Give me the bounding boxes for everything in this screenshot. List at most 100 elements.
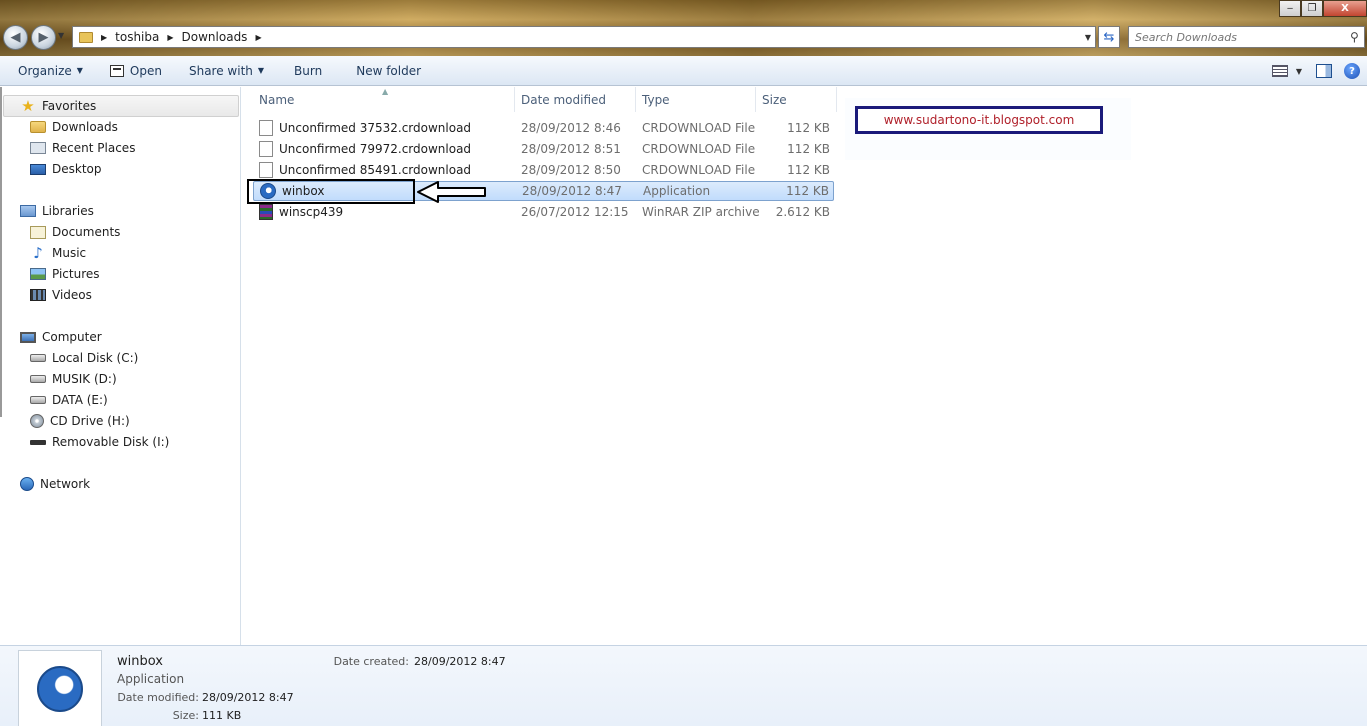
local-disk-icon — [30, 354, 46, 362]
file-date: 26/07/2012 12:15 — [521, 205, 629, 219]
nav-videos[interactable]: Videos — [30, 286, 92, 304]
details-date-modified: 28/09/2012 8:47 — [202, 691, 294, 704]
nav-label: Videos — [52, 288, 92, 302]
organize-label: Organize — [18, 63, 72, 78]
nav-favorites[interactable]: ★ Favorites — [20, 97, 96, 115]
new-folder-button[interactable]: New folder — [347, 59, 430, 83]
nav-label: Downloads — [52, 120, 118, 134]
nav-label: CD Drive (H:) — [50, 414, 130, 428]
recent-pages-dropdown[interactable]: ▼ — [58, 31, 64, 40]
highlight-box-annotation — [247, 179, 415, 204]
share-with-button[interactable]: Share with ▼ — [180, 59, 273, 83]
search-box[interactable]: ⚲ — [1128, 26, 1365, 48]
music-note-icon: ♪ — [33, 244, 43, 262]
view-dropdown-icon[interactable]: ▼ — [1296, 67, 1302, 76]
column-header-type[interactable]: Type — [636, 87, 756, 112]
nav-downloads[interactable]: Downloads — [30, 118, 118, 136]
nav-cd-drive-h[interactable]: CD Drive (H:) — [30, 412, 130, 430]
breadcrumb-downloads[interactable]: Downloads — [182, 30, 248, 44]
nav-removable-disk-i[interactable]: Removable Disk (I:) — [30, 433, 169, 451]
share-with-label: Share with — [188, 63, 253, 78]
file-name: Unconfirmed 37532.crdownload — [279, 121, 472, 135]
breadcrumb-toshiba[interactable]: toshiba — [115, 30, 159, 44]
file-type: CRDOWNLOAD File — [642, 121, 756, 135]
file-size: 2.612 KB — [775, 205, 830, 219]
nav-musik-d[interactable]: MUSIK (D:) — [30, 370, 117, 388]
file-size: 112 KB — [787, 121, 830, 135]
file-name: Unconfirmed 79972.crdownload — [279, 142, 472, 156]
preview-pane-icon[interactable] — [1316, 64, 1332, 78]
winbox-app-icon — [37, 666, 83, 712]
nav-label: Recent Places — [52, 141, 136, 155]
breadcrumb-separator-icon[interactable]: ▶ — [167, 33, 173, 42]
nav-label: Computer — [42, 330, 102, 344]
nav-documents[interactable]: Documents — [30, 223, 120, 241]
open-label: Open — [129, 63, 162, 78]
file-type: Application — [643, 184, 711, 198]
file-name: winscp439 — [279, 205, 344, 219]
file-row[interactable]: Unconfirmed 37532.crdownload 28/09/2012 … — [253, 118, 834, 138]
column-header-date-modified[interactable]: Date modified — [515, 87, 636, 112]
nav-recent-places[interactable]: Recent Places — [30, 139, 135, 157]
details-size-label: Size: — [172, 709, 199, 722]
nav-scrollbar[interactable] — [0, 87, 5, 417]
address-bar[interactable]: ▶ toshiba ▶ Downloads ▶ ▼ — [72, 26, 1096, 48]
file-row[interactable]: Unconfirmed 85491.crdownload 28/09/2012 … — [253, 160, 834, 180]
address-history-dropdown[interactable]: ▼ — [1085, 33, 1091, 42]
nav-music[interactable]: ♪ Music — [30, 244, 86, 262]
nav-pictures[interactable]: Pictures — [30, 265, 100, 283]
drive-icon — [30, 375, 46, 383]
back-button[interactable]: ◀ — [3, 25, 28, 50]
minimize-button[interactable]: ‒ — [1279, 0, 1301, 17]
nav-computer[interactable]: Computer — [20, 328, 102, 346]
nav-local-disk-c[interactable]: Local Disk (C:) — [30, 349, 138, 367]
back-arrow-icon: ◀ — [10, 30, 21, 45]
file-date: 28/09/2012 8:47 — [522, 184, 622, 198]
file-date: 28/09/2012 8:50 — [521, 163, 621, 177]
cd-drive-icon — [30, 414, 44, 428]
organize-button[interactable]: Organize ▼ — [9, 59, 92, 83]
removable-disk-icon — [30, 439, 46, 445]
open-button[interactable]: Open — [101, 59, 171, 83]
details-file-name: winbox — [117, 654, 163, 669]
breadcrumb-separator-icon[interactable]: ▶ — [255, 33, 261, 42]
network-icon — [20, 477, 34, 491]
help-icon[interactable]: ? — [1344, 63, 1360, 79]
column-label: Date modified — [521, 92, 607, 107]
chevron-down-icon: ▼ — [76, 66, 83, 75]
nav-libraries[interactable]: Libraries — [20, 202, 94, 220]
column-header-size[interactable]: Size — [756, 87, 837, 112]
libraries-icon — [20, 205, 36, 217]
documents-icon — [30, 225, 46, 239]
recent-places-icon — [30, 142, 46, 154]
navigation-pane: ★ Favorites Downloads Recent Places Desk… — [0, 87, 241, 645]
file-row[interactable]: winscp439 26/07/2012 12:15 WinRAR ZIP ar… — [253, 202, 834, 222]
file-row[interactable]: Unconfirmed 79972.crdownload 28/09/2012 … — [253, 139, 834, 159]
maximize-button[interactable]: ❐ — [1301, 0, 1323, 17]
refresh-button[interactable]: ⇆ — [1098, 26, 1120, 48]
file-size: 112 KB — [786, 184, 829, 198]
details-date-created: 28/09/2012 8:47 — [414, 655, 506, 668]
column-label: Size — [762, 92, 787, 107]
details-size: 111 KB — [202, 709, 242, 722]
details-file-type: Application — [117, 672, 185, 686]
forward-button[interactable]: ▶ — [31, 25, 56, 50]
file-type: CRDOWNLOAD File — [642, 163, 756, 177]
nav-data-e[interactable]: DATA (E:) — [30, 391, 108, 409]
column-label: Name — [259, 92, 295, 107]
nav-label: Favorites — [42, 99, 97, 113]
breadcrumb-separator-icon[interactable]: ▶ — [101, 33, 107, 42]
nav-network[interactable]: Network — [20, 475, 90, 493]
star-icon: ★ — [21, 97, 35, 115]
search-input[interactable] — [1129, 30, 1350, 44]
burn-button[interactable]: Burn — [285, 59, 331, 83]
column-label: Type — [642, 92, 670, 107]
pointer-arrow-annotation — [417, 181, 486, 203]
nav-desktop[interactable]: Desktop — [30, 160, 102, 178]
view-options-icon[interactable] — [1271, 65, 1288, 77]
file-date: 28/09/2012 8:51 — [521, 142, 621, 156]
nav-label: Pictures — [52, 267, 100, 281]
nav-label: Documents — [52, 225, 121, 239]
search-icon[interactable]: ⚲ — [1350, 30, 1364, 44]
close-button[interactable]: X — [1323, 0, 1367, 17]
